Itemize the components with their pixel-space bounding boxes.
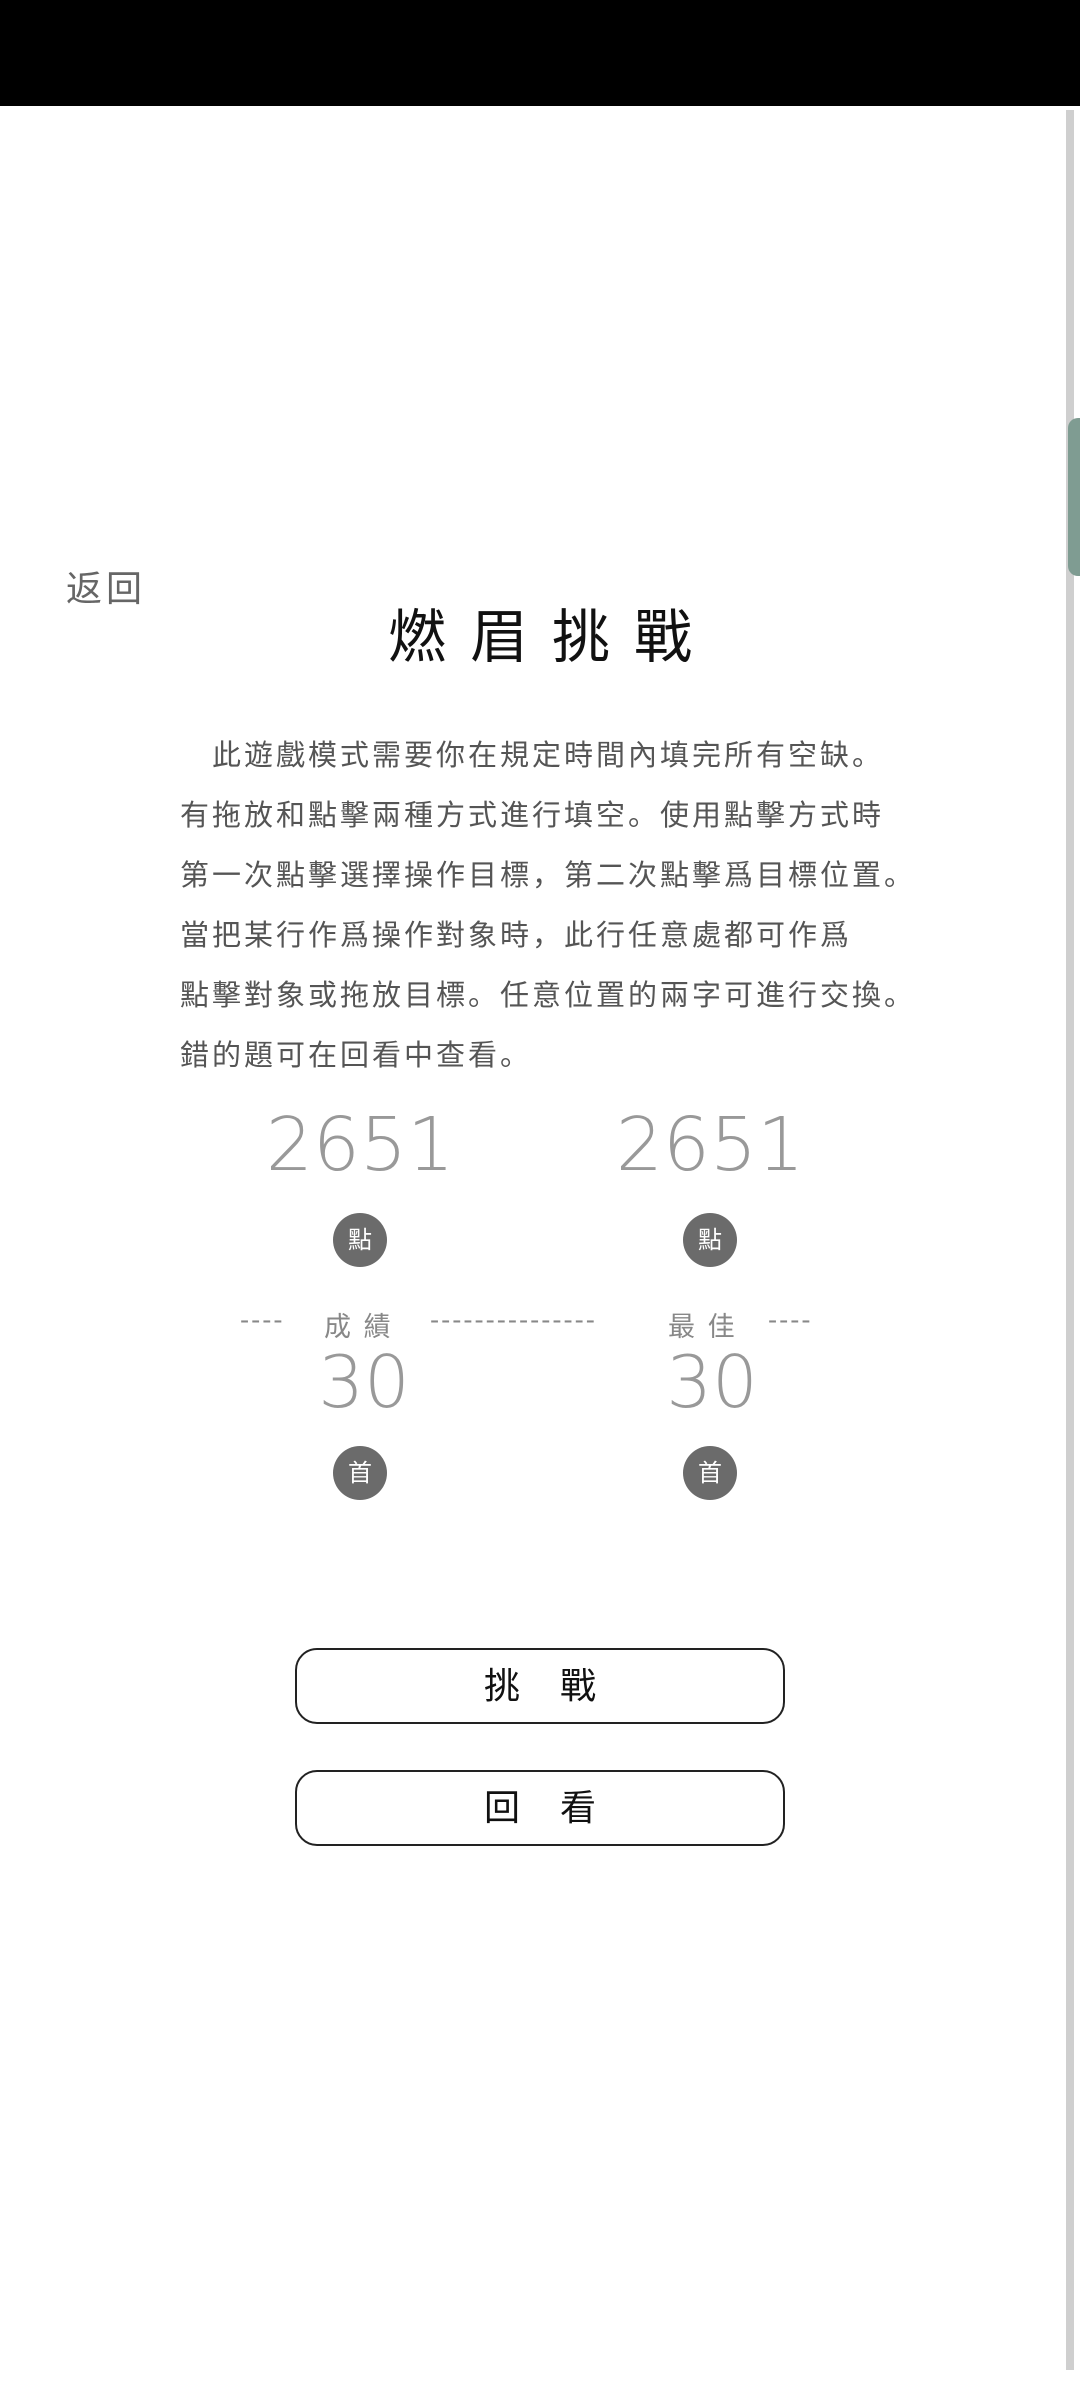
instructions-line: 錯的題可在回看中查看。 xyxy=(180,1038,533,1072)
current-score: 2651 xyxy=(240,1108,480,1182)
page-title: 燃眉挑戰 xyxy=(387,603,716,671)
status-bar xyxy=(0,0,1080,106)
current-label: 成 績 xyxy=(324,1312,393,1343)
best-label: 最 佳 xyxy=(668,1312,737,1343)
scrollbar-thumb[interactable] xyxy=(1068,418,1080,576)
divider-dashes-left: ---- xyxy=(240,1305,285,1336)
poems-unit-badge: 首 xyxy=(683,1446,737,1500)
poems-unit-badge: 首 xyxy=(333,1446,387,1500)
best-score-unit: 點 xyxy=(590,1213,830,1267)
current-score-unit: 點 xyxy=(240,1213,480,1267)
divider-dashes-right: ---- xyxy=(768,1305,813,1336)
current-count-unit: 首 xyxy=(240,1446,480,1500)
instructions-text: 此遊戲模式需要你在規定時間內填完所有空缺。 有拖放和點擊兩種方式進行填空。使用點… xyxy=(180,725,940,1085)
best-score-value: 2651 xyxy=(615,1102,805,1188)
instructions-line: 第一次點擊選擇操作目標，第二次點擊爲目標位置。 xyxy=(180,858,917,892)
best-count-value: 30 xyxy=(666,1340,758,1424)
instructions-line: 當把某行作爲操作對象時，此行任意處都可作爲 xyxy=(180,918,853,952)
divider-dashes-middle: --------------- xyxy=(430,1305,597,1336)
current-count: 30 xyxy=(244,1346,484,1418)
current-count-value: 30 xyxy=(318,1340,410,1424)
current-score-value: 2651 xyxy=(265,1102,455,1188)
points-unit-badge: 點 xyxy=(683,1213,737,1267)
review-button[interactable]: 回看 xyxy=(295,1770,785,1846)
points-unit-badge: 點 xyxy=(333,1213,387,1267)
instructions-line: 有拖放和點擊兩種方式進行填空。使用點擊方式時 xyxy=(180,798,885,832)
instructions-line: 此遊戲模式需要你在規定時間內填完所有空缺。 xyxy=(180,738,885,772)
stats-divider: ---- 成 績 --------------- 最 佳 ---- xyxy=(240,1305,830,1345)
challenge-button[interactable]: 挑戰 xyxy=(295,1648,785,1724)
best-score: 2651 xyxy=(590,1108,830,1182)
instructions-line: 點擊對象或拖放目標。任意位置的兩字可進行交換。 xyxy=(180,978,917,1012)
best-count-unit: 首 xyxy=(590,1446,830,1500)
best-count: 30 xyxy=(592,1346,832,1418)
